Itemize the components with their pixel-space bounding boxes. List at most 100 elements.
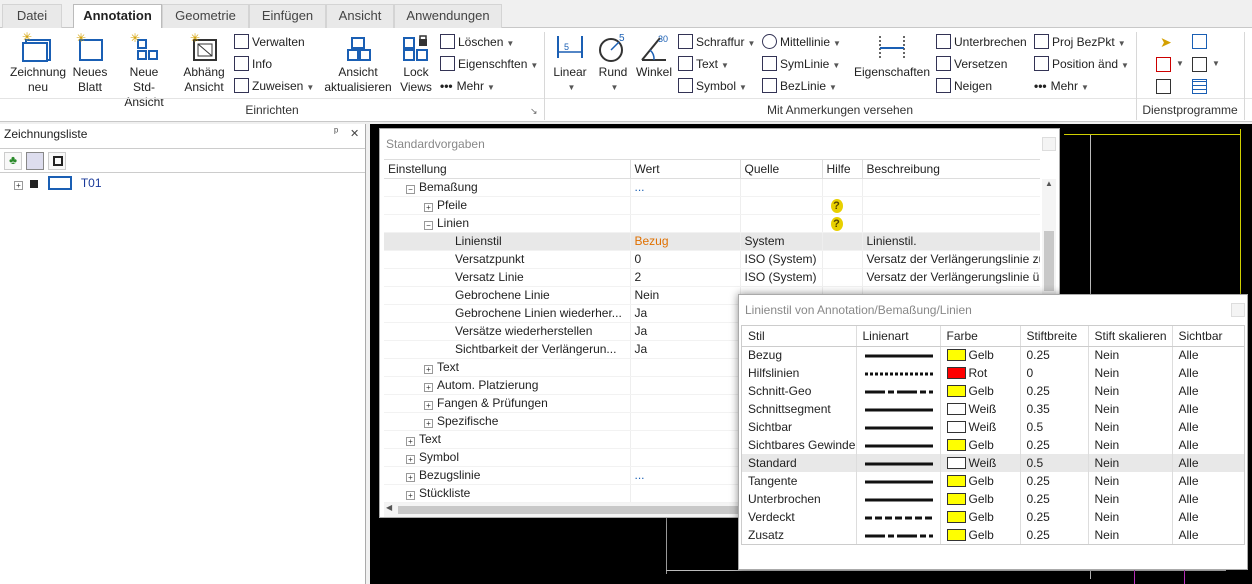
chevron-down-icon[interactable]: ▼	[1176, 59, 1184, 68]
scroll-left-icon[interactable]: ◀	[386, 503, 392, 512]
winkel-dimension-button[interactable]: 30 Winkel	[634, 32, 674, 80]
color-cell: Gelb	[940, 346, 1021, 364]
settings-row[interactable]: Versatz Linie 2 ISO (System) Versatz der Ve…	[384, 268, 1040, 287]
settings-row[interactable]: − Linien?	[384, 214, 1040, 233]
settings-row[interactable]: Linienstil Bezug System Linienstil.	[384, 232, 1040, 251]
column-header[interactable]: Sichtbar	[1172, 326, 1244, 347]
linestyle-row[interactable]: Verdeckt Gelb 0.25 Nein Alle	[742, 508, 1244, 526]
column-header[interactable]: Einstellung	[384, 160, 631, 179]
position-aendern-button[interactable]: Position änd ▼	[1034, 54, 1129, 74]
symlinie-button[interactable]: SymLinie ▼	[762, 54, 840, 74]
expand-icon[interactable]: +	[14, 181, 23, 190]
mehr-anmerkungen-button[interactable]: ••• Mehr ▼	[1034, 76, 1089, 96]
zuweisen-button[interactable]: Zuweisen ▼	[234, 76, 314, 96]
linestyle-row[interactable]: Bezug Gelb 0.25 Nein Alle	[742, 346, 1244, 364]
column-header[interactable]: Stil	[742, 326, 857, 347]
versetzen-button[interactable]: Versetzen	[936, 54, 1007, 74]
expand-icon[interactable]: +	[406, 437, 415, 446]
tree-item-t01[interactable]: + T01	[14, 176, 102, 190]
ansicht-aktualisieren-button[interactable]: Ansicht aktualisieren	[322, 32, 394, 95]
scroll-up-icon[interactable]: ▲	[1042, 179, 1056, 188]
eigenschaften-button[interactable]: Eigenschaften	[852, 32, 932, 80]
column-header[interactable]: Beschreibung	[862, 160, 1040, 179]
tab-geometrie[interactable]: Geometrie	[162, 4, 249, 28]
zeichnung-neu-button[interactable]: ✳ Zeichnung neu	[6, 30, 70, 95]
layer-icon[interactable]	[1156, 79, 1171, 94]
settings-row[interactable]: + Pfeile?	[384, 196, 1040, 215]
text-button[interactable]: Text ▼	[678, 54, 729, 74]
expand-icon[interactable]: +	[406, 491, 415, 500]
mehr-einrichten-button[interactable]: ••• Mehr ▼	[440, 76, 495, 96]
settings-row[interactable]: − Bemaßung...	[384, 178, 1040, 197]
linestyle-row[interactable]: Schnitt-Geo Gelb 0.25 Nein Alle	[742, 382, 1244, 400]
settings-row[interactable]: Versatzpunkt 0 ISO (System) Versatz der Ver…	[384, 250, 1040, 269]
close-icon[interactable]	[1231, 303, 1245, 317]
expand-icon[interactable]: +	[424, 401, 433, 410]
view-tools-icon[interactable]	[1192, 57, 1207, 72]
column-header[interactable]: Stift skalieren	[1088, 326, 1173, 347]
linestyle-row[interactable]: Zusatz Gelb 0.25 Nein Alle	[742, 526, 1244, 544]
schraffur-button[interactable]: Schraffur ▼	[678, 32, 755, 52]
rund-dimension-button[interactable]: 5 Rund ▼	[594, 32, 632, 95]
linestyle-row[interactable]: Sichtbares Gewinde Gelb 0.25 Nein Alle	[742, 436, 1244, 454]
linear-dimension-button[interactable]: 5 Linear ▼	[550, 32, 590, 95]
linestyle-row[interactable]: Standard Weiß 0.5 Nein Alle	[742, 454, 1244, 472]
tab-anwendungen[interactable]: Anwendungen	[394, 4, 502, 28]
expand-icon[interactable]: +	[406, 473, 415, 482]
pin-icon[interactable]: ᵖ	[334, 126, 338, 138]
expand-icon[interactable]: +	[424, 203, 433, 212]
column-header[interactable]: Quelle	[740, 160, 823, 179]
close-icon[interactable]	[1042, 137, 1056, 151]
loeschen-button[interactable]: Löschen ▼	[440, 32, 514, 52]
color-label: Gelb	[968, 492, 994, 506]
expand-icon[interactable]: +	[424, 383, 433, 392]
expand-icon[interactable]: +	[424, 365, 433, 374]
select-arrow-icon[interactable]: ➤	[1160, 34, 1172, 51]
sheet-view-icon[interactable]	[26, 152, 44, 170]
proj-bezpkt-button[interactable]: Proj BezPkt ▼	[1034, 32, 1126, 52]
linestyle-row[interactable]: Tangente Gelb 0.25 Nein Alle	[742, 472, 1244, 490]
linestyle-row[interactable]: Sichtbar Weiß 0.5 Nein Alle	[742, 418, 1244, 436]
verwalten-button[interactable]: Verwalten	[234, 32, 305, 52]
mittellinie-button[interactable]: Mittellinie ▼	[762, 32, 841, 52]
transform-icon[interactable]	[1192, 34, 1207, 49]
tab-datei[interactable]: Datei	[2, 4, 62, 28]
dialog-launcher-icon[interactable]: ↘	[530, 106, 538, 117]
chevron-down-icon[interactable]: ▼	[1212, 59, 1220, 68]
abhaeng-ansicht-button[interactable]: ✳ Abhäng Ansicht	[178, 31, 230, 95]
help-icon[interactable]: ?	[830, 198, 843, 213]
tree-view-icon[interactable]: ♣	[4, 152, 22, 170]
column-header[interactable]: Stiftbreite	[1020, 326, 1089, 347]
bezlinie-button[interactable]: BezLinie ▼	[762, 76, 837, 96]
pen-scale-cell: Nein	[1088, 526, 1173, 544]
column-header[interactable]: Farbe	[940, 326, 1021, 347]
eigenschaften-small-button[interactable]: Eigenschften ▼	[440, 54, 538, 74]
scroll-thumb[interactable]	[398, 506, 738, 514]
expand-icon[interactable]: +	[406, 455, 415, 464]
views-icon[interactable]	[48, 152, 66, 170]
collapse-icon[interactable]: −	[406, 185, 415, 194]
column-header[interactable]: Linienart	[856, 326, 941, 347]
neues-blatt-button[interactable]: ✳ Neues Blatt	[70, 31, 110, 95]
linestyle-row[interactable]: Schnittsegment Weiß 0.35 Nein Alle	[742, 400, 1244, 418]
unterbrechen-button[interactable]: Unterbrechen	[936, 32, 1027, 52]
chevron-down-icon: ▼	[506, 39, 515, 48]
tab-ansicht[interactable]: Ansicht	[326, 4, 394, 28]
linestyle-row[interactable]: Hilfslinien Rot 0 Nein Alle	[742, 364, 1244, 382]
linestyle-row[interactable]: Unterbrochen Gelb 0.25 Nein Alle	[742, 490, 1244, 508]
expand-icon[interactable]: +	[424, 419, 433, 428]
column-header[interactable]: Wert	[630, 160, 741, 179]
edit-icon[interactable]	[1156, 57, 1171, 72]
info-button[interactable]: Info	[234, 54, 272, 74]
table-icon[interactable]	[1192, 79, 1207, 94]
tab-annotation[interactable]: Annotation	[73, 4, 162, 29]
scroll-thumb[interactable]	[1044, 231, 1054, 291]
column-header[interactable]: Hilfe	[822, 160, 863, 179]
help-icon[interactable]: ?	[830, 216, 843, 231]
lock-views-button[interactable]: Lock Views	[396, 32, 436, 95]
close-icon[interactable]: ✕	[350, 127, 359, 140]
neigen-button[interactable]: Neigen	[936, 76, 992, 96]
tab-einfuegen[interactable]: Einfügen	[249, 4, 326, 28]
collapse-icon[interactable]: −	[424, 221, 433, 230]
symbol-button[interactable]: Symbol ▼	[678, 76, 747, 96]
